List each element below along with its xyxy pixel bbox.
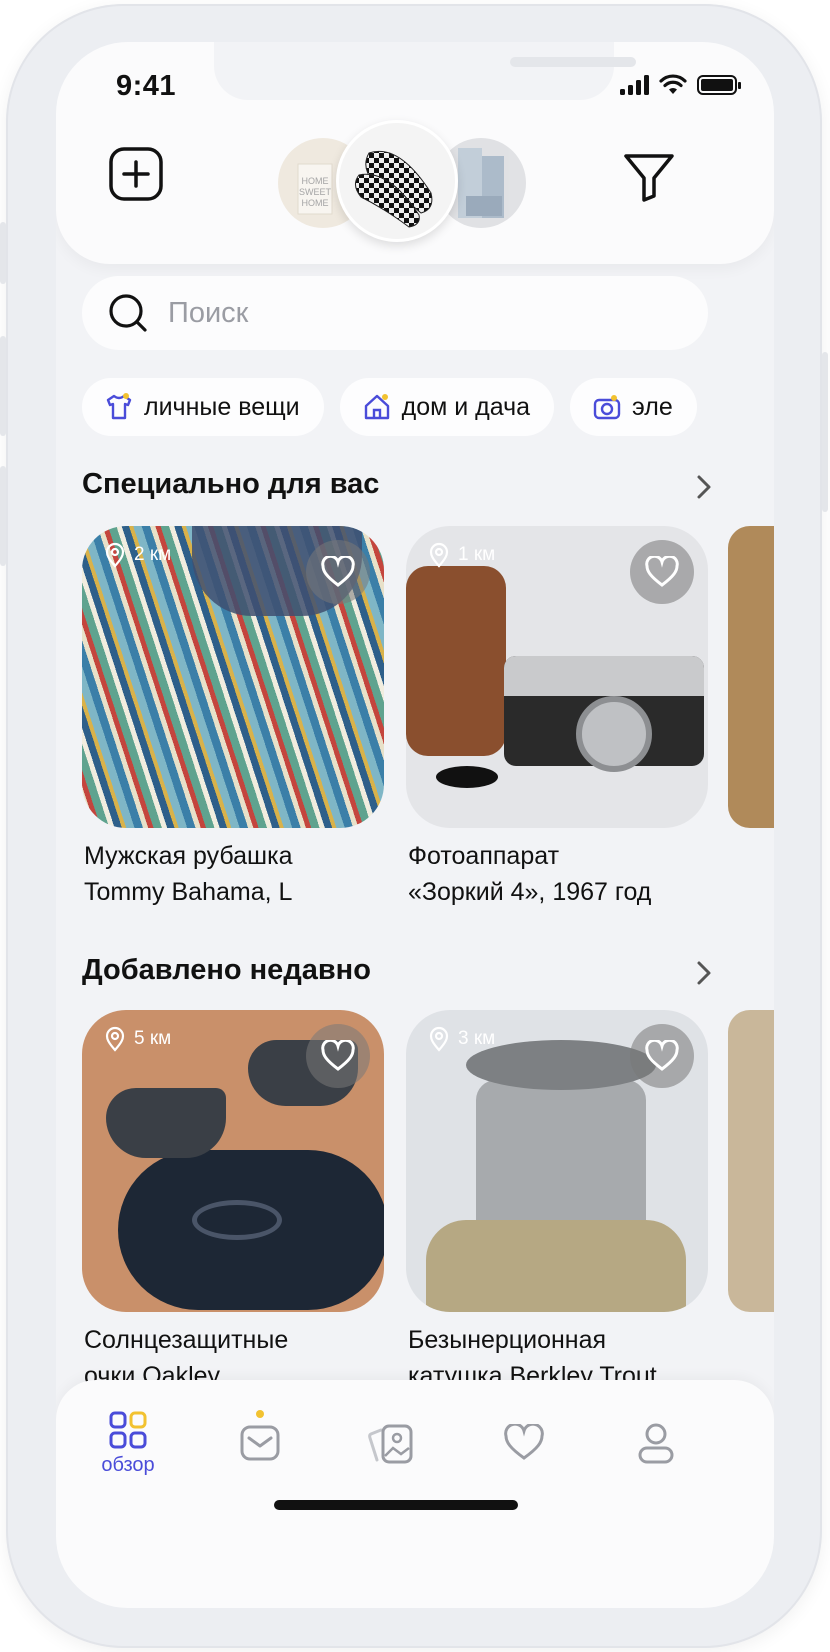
chip-label: эле xyxy=(632,392,673,421)
favorite-button[interactable] xyxy=(630,1024,694,1088)
svg-text:SWEET: SWEET xyxy=(299,187,332,197)
notch xyxy=(214,42,636,100)
sneakers-image xyxy=(355,150,433,228)
distance-label: 1 км xyxy=(428,542,495,568)
search-input[interactable] xyxy=(168,296,668,330)
search-bar[interactable] xyxy=(82,276,708,350)
tab-bar: обзор xyxy=(56,1380,774,1608)
product-card[interactable]: 2 км Мужская рубашка Tommy Bahama, L xyxy=(82,526,384,910)
heart-icon xyxy=(504,1424,544,1460)
cards-icon xyxy=(368,1424,413,1464)
side-button xyxy=(0,466,6,566)
favorite-button[interactable] xyxy=(630,540,694,604)
case-logo xyxy=(192,1200,282,1240)
product-card[interactable]: 1 км Фотоаппарат «Зоркий 4», 1967 год xyxy=(406,526,708,910)
notification-dot xyxy=(256,1410,264,1418)
product-title: Мужская рубашка Tommy Bahama, L xyxy=(84,842,293,906)
side-button xyxy=(0,336,6,436)
side-button xyxy=(822,352,828,512)
chip-label: личные вещи xyxy=(144,392,300,421)
section-title-recent: Добавлено недавно xyxy=(82,954,371,986)
header: 9:41 HOME SWEET HOME xyxy=(56,42,774,264)
distance-label: 2 км xyxy=(104,542,171,568)
heart-icon xyxy=(321,556,355,587)
reel-spool xyxy=(476,1080,646,1240)
side-button xyxy=(0,222,6,284)
location-pin-icon xyxy=(105,542,125,568)
story-avatar-active[interactable] xyxy=(336,120,458,242)
favorite-button[interactable] xyxy=(306,1024,370,1088)
product-card[interactable]: 3 км Безынерционная катушка Berkley Trou… xyxy=(406,1010,708,1394)
chevron-right-icon[interactable] xyxy=(694,958,714,988)
filter-icon xyxy=(624,154,674,202)
tab-favorites[interactable] xyxy=(484,1410,564,1490)
heart-icon xyxy=(645,1040,679,1071)
svg-text:HOME: HOME xyxy=(302,198,329,208)
section-title-for-you: Специально для вас xyxy=(82,468,380,500)
tab-cards[interactable] xyxy=(352,1410,432,1490)
search-icon xyxy=(109,294,147,332)
chip-personal-items[interactable]: личные вещи xyxy=(82,378,324,436)
heart-icon xyxy=(645,556,679,587)
product-card-peek[interactable] xyxy=(728,1010,774,1312)
product-card[interactable]: 5 км Солнцезащитные очки Oakley xyxy=(82,1010,384,1394)
speaker xyxy=(510,57,636,67)
location-pin-icon xyxy=(429,1026,449,1052)
category-chips: личные вещи дом и дача эле xyxy=(82,378,774,436)
grid-icon xyxy=(109,1411,147,1449)
status-time: 9:41 xyxy=(116,70,177,102)
product-photo-sunglasses: 5 км xyxy=(82,1010,384,1312)
tab-profile[interactable] xyxy=(616,1410,696,1490)
product-card-peek[interactable] xyxy=(728,526,774,828)
tab-messages[interactable] xyxy=(220,1410,300,1490)
product-photo-shirt: 2 км xyxy=(82,526,384,828)
reel-body xyxy=(426,1220,686,1312)
shirt-icon xyxy=(106,393,132,420)
distance-label: 5 км xyxy=(104,1026,171,1052)
svg-text:HOME: HOME xyxy=(302,176,329,186)
status-icons xyxy=(620,70,741,100)
location-pin-icon xyxy=(429,542,449,568)
leather-case xyxy=(406,566,506,756)
chevron-right-icon[interactable] xyxy=(694,472,714,502)
heart-icon xyxy=(321,1040,355,1071)
lens-cap xyxy=(436,766,498,788)
filter-button[interactable] xyxy=(622,150,676,204)
product-photo-camera: 1 км xyxy=(406,526,708,828)
distance-label: 3 км xyxy=(428,1026,495,1052)
wifi-icon xyxy=(659,74,687,94)
chip-electronics[interactable]: эле xyxy=(570,378,697,436)
messages-icon xyxy=(240,1425,280,1461)
lens-left xyxy=(106,1088,226,1158)
add-listing-button[interactable] xyxy=(108,146,164,202)
camera-lens xyxy=(576,696,652,772)
camera-top xyxy=(504,656,704,696)
battery-icon xyxy=(697,75,741,95)
profile-icon xyxy=(638,1423,674,1464)
home-indicator xyxy=(274,1500,518,1510)
chip-label: дом и дача xyxy=(401,392,531,421)
plus-square-icon xyxy=(109,147,163,201)
tab-label: обзор xyxy=(101,1454,155,1476)
favorite-button[interactable] xyxy=(306,540,370,604)
product-title: Фотоаппарат «Зоркий 4», 1967 год xyxy=(408,842,652,906)
camera-icon xyxy=(593,395,621,420)
location-pin-icon xyxy=(105,1026,125,1052)
signal-icon xyxy=(620,75,649,95)
app-screen: 9:41 HOME SWEET HOME Поиск личные вещи д… xyxy=(56,42,774,1608)
product-photo-reel: 3 км xyxy=(406,1010,708,1312)
tab-overview[interactable]: обзор xyxy=(88,1410,168,1490)
house-icon xyxy=(364,394,389,420)
chip-home-garden[interactable]: дом и дача xyxy=(339,378,555,436)
